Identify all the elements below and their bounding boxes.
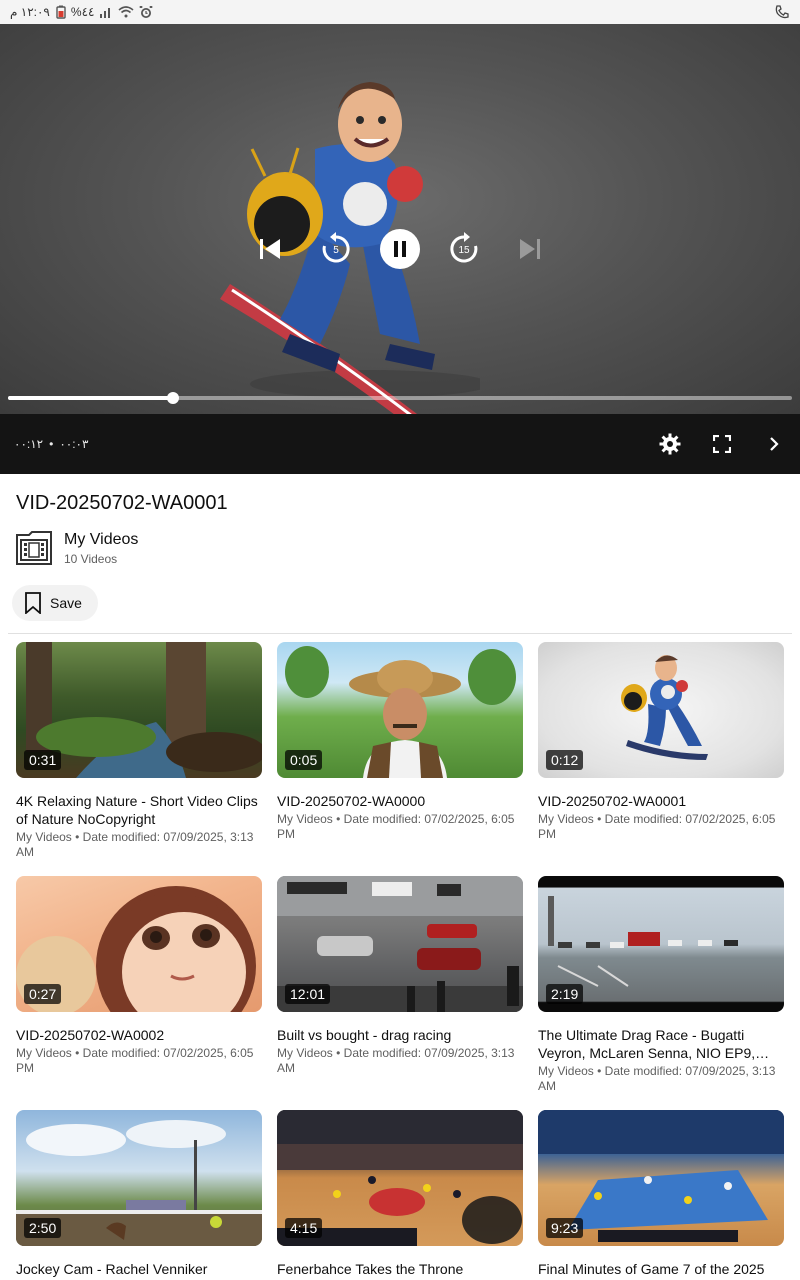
fullscreen-button[interactable]	[710, 432, 734, 456]
video-title: VID-20250702-WA0001	[16, 492, 228, 514]
video-thumbnail[interactable]: 0:27	[16, 876, 262, 1012]
pause-button[interactable]	[380, 229, 420, 269]
save-label: Save	[50, 595, 82, 611]
status-time: ١٢:٠٩ م	[10, 5, 50, 19]
card-title[interactable]: Built vs bought - drag racing	[277, 1026, 523, 1044]
seek-bar-thumb[interactable]	[166, 392, 179, 404]
card-title[interactable]: VID-20250702-WA0000	[277, 792, 523, 810]
card-meta: My Videos • Date modified: 07/09/2025, 3…	[16, 830, 254, 859]
video-thumbnail[interactable]: 0:12	[538, 642, 784, 778]
call-icon	[775, 5, 789, 19]
film-folder-icon	[16, 530, 52, 566]
playlist-text: My Videos 10 Videos	[64, 531, 138, 566]
rewind-button[interactable]: 5	[314, 227, 358, 271]
card-title[interactable]: The Ultimate Drag Race - Bugatti Veyron,…	[538, 1026, 784, 1062]
forward-button[interactable]: 15	[442, 227, 486, 271]
video-thumbnail[interactable]: 4:15	[277, 1110, 523, 1246]
duration-badge: 4:15	[285, 1218, 323, 1238]
seek-bar[interactable]	[8, 392, 792, 404]
wifi-icon	[118, 6, 134, 18]
status-left: ١٢:٠٩ م %٤٤	[10, 5, 153, 19]
video-thumbnail[interactable]: 0:05	[277, 642, 523, 778]
video-card[interactable]: 2:50 Jockey Cam - Rachel Venniker	[16, 1110, 262, 1280]
alarm-icon	[139, 6, 153, 18]
video-thumbnail[interactable]: 2:50	[16, 1110, 262, 1246]
skip-previous-icon	[260, 239, 280, 259]
video-card[interactable]: 4:15 Fenerbahce Takes the Throne	[277, 1110, 523, 1280]
time-display: ٠٠:١٢ • ٠٠:٠٣	[14, 437, 88, 451]
forward-seconds: 15	[458, 245, 470, 256]
player-actions	[658, 432, 786, 456]
status-icons: %٤٤	[56, 5, 154, 19]
video-thumbnail[interactable]: 9:23	[538, 1110, 784, 1246]
video-card[interactable]: 0:27 VID-20250702-WA0002 My Videos • Dat…	[16, 876, 262, 1110]
card-meta: My Videos • Date modified: 07/02/2025, 6…	[16, 1046, 254, 1075]
video-card[interactable]: 0:05 VID-20250702-WA0000 My Videos • Dat…	[277, 642, 523, 876]
duration-badge: 0:05	[285, 750, 323, 770]
skip-next-icon	[520, 239, 540, 259]
duration-badge: 0:12	[546, 750, 584, 770]
duration-badge: 0:27	[24, 984, 62, 1004]
bookmark-icon	[25, 592, 41, 614]
video-frame[interactable]: 5 15	[0, 24, 800, 414]
video-card[interactable]: 12:01 Built vs bought - drag racing My V…	[277, 876, 523, 1110]
signal-icon	[100, 8, 111, 18]
forward-15-icon: 15	[450, 232, 478, 263]
card-title[interactable]: Final Minutes of Game 7 of the 2025	[538, 1260, 784, 1278]
playlist-count: 10 Videos	[64, 551, 118, 566]
gear-icon	[659, 433, 681, 455]
card-title[interactable]: VID-20250702-WA0001	[538, 792, 784, 810]
chevron-right-icon	[770, 437, 779, 451]
duration-badge: 9:23	[546, 1218, 584, 1238]
total-time: ٠٠:١٢	[14, 437, 44, 451]
video-player[interactable]: 5 15 ٠٠:١٢ • ٠٠:٠٣	[0, 24, 800, 474]
fullscreen-icon	[713, 435, 731, 453]
video-card[interactable]: 2:19 The Ultimate Drag Race - Bugatti Ve…	[538, 876, 784, 1110]
video-card[interactable]: 0:31 4K Relaxing Nature - Short Video Cl…	[16, 642, 262, 876]
card-title[interactable]: Jockey Cam - Rachel Venniker	[16, 1260, 262, 1278]
video-card[interactable]: 0:12 VID-20250702-WA0001 My Videos • Dat…	[538, 642, 784, 876]
card-title[interactable]: VID-20250702-WA0002	[16, 1026, 262, 1044]
video-grid: 0:31 4K Relaxing Nature - Short Video Cl…	[16, 642, 784, 1280]
player-bottom-bar: ٠٠:١٢ • ٠٠:٠٣	[0, 414, 800, 474]
video-thumbnail[interactable]: 2:19	[538, 876, 784, 1012]
card-meta: My Videos • Date modified: 07/09/2025, 3…	[277, 1046, 515, 1075]
previous-button[interactable]	[248, 227, 292, 271]
video-thumbnail[interactable]: 0:31	[16, 642, 262, 778]
time-separator: •	[49, 437, 54, 451]
card-meta: My Videos • Date modified: 07/02/2025, 6…	[538, 812, 776, 841]
rewind-seconds: 5	[333, 245, 339, 256]
seek-bar-played	[8, 396, 173, 400]
elapsed-time: ٠٠:٠٣	[59, 437, 89, 451]
duration-badge: 12:01	[285, 984, 331, 1004]
card-meta: My Videos • Date modified: 07/09/2025, 3…	[538, 1064, 776, 1093]
video-thumbnail[interactable]: 12:01	[277, 876, 523, 1012]
save-button[interactable]: Save	[12, 585, 98, 621]
card-title[interactable]: Fenerbahce Takes the Throne	[277, 1260, 523, 1278]
duration-badge: 2:19	[546, 984, 584, 1004]
playlist-name: My Videos	[64, 530, 139, 548]
next-video-button[interactable]	[762, 432, 786, 456]
battery-icon	[56, 5, 66, 19]
duration-badge: 0:31	[24, 750, 62, 770]
pause-icon	[394, 241, 406, 257]
battery-text: %٤٤	[70, 5, 95, 19]
rewind-5-icon: 5	[322, 232, 350, 263]
video-card[interactable]: 9:23 Final Minutes of Game 7 of the 2025	[538, 1110, 784, 1280]
card-meta: My Videos • Date modified: 07/02/2025, 6…	[277, 812, 515, 841]
divider	[8, 633, 792, 634]
next-button[interactable]	[508, 227, 552, 271]
card-title[interactable]: 4K Relaxing Nature - Short Video Clips o…	[16, 792, 262, 828]
playlist-info[interactable]: My Videos 10 Videos	[16, 530, 138, 566]
duration-badge: 2:50	[24, 1218, 62, 1238]
status-bar: ١٢:٠٩ م %٤٤	[0, 0, 800, 24]
settings-button[interactable]	[658, 432, 682, 456]
playback-controls: 5 15	[0, 224, 800, 274]
